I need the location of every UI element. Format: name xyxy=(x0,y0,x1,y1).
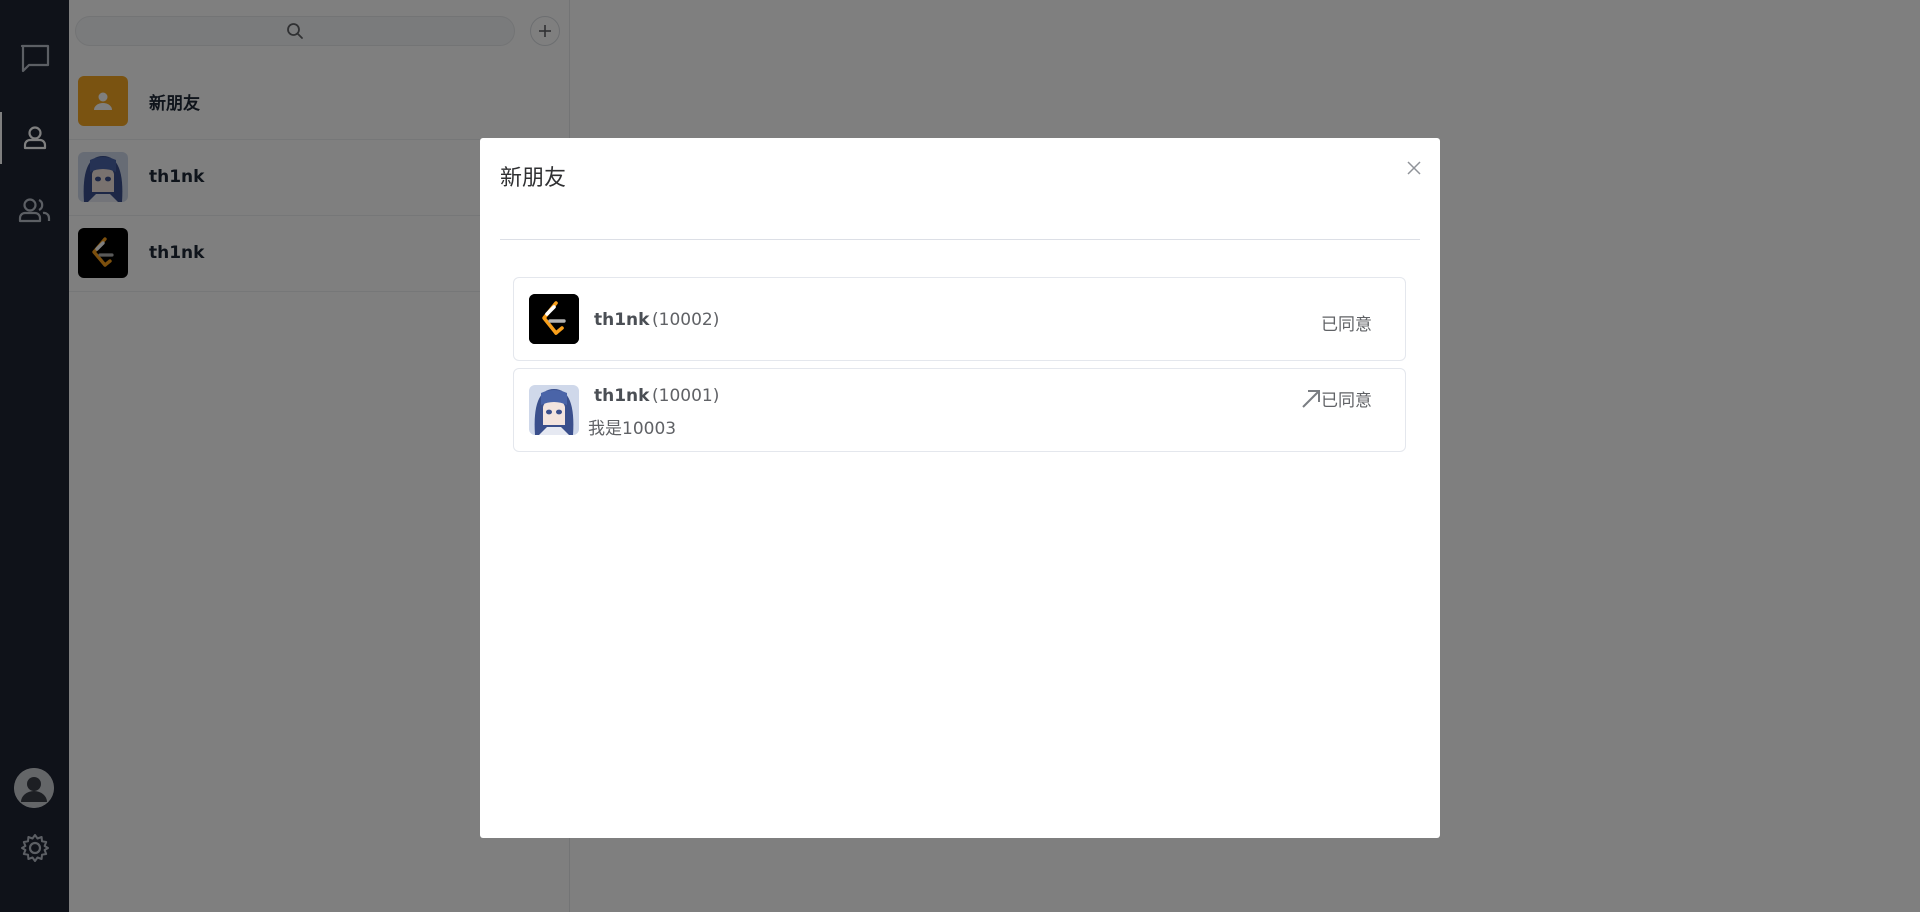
request-status: 已同意 xyxy=(1321,315,1372,335)
close-icon xyxy=(1407,161,1421,175)
request-message: 我是10003 xyxy=(588,419,677,439)
leetcode-logo-avatar xyxy=(529,294,579,344)
request-user-id: (10002) xyxy=(652,310,720,330)
request-user-id: (10001) xyxy=(652,386,720,406)
dialog-title: 新朋友 xyxy=(500,166,567,191)
request-name: th1nk xyxy=(594,386,650,406)
close-button[interactable] xyxy=(1402,156,1426,180)
request-name: th1nk xyxy=(594,310,650,330)
request-status: 已同意 xyxy=(1321,391,1372,411)
friend-request-item[interactable]: th1nk (10002) 已同意 xyxy=(513,277,1406,361)
friend-request-item[interactable]: th1nk (10001) 我是10003 已同意 xyxy=(513,368,1406,452)
new-friends-dialog: 新朋友 th1nk (10002) 已同意 th1nk (10001) 我是10… xyxy=(480,138,1440,838)
arrow-up-right-icon xyxy=(1302,390,1320,408)
dialog-divider xyxy=(500,239,1420,240)
anime-avatar xyxy=(529,385,579,435)
